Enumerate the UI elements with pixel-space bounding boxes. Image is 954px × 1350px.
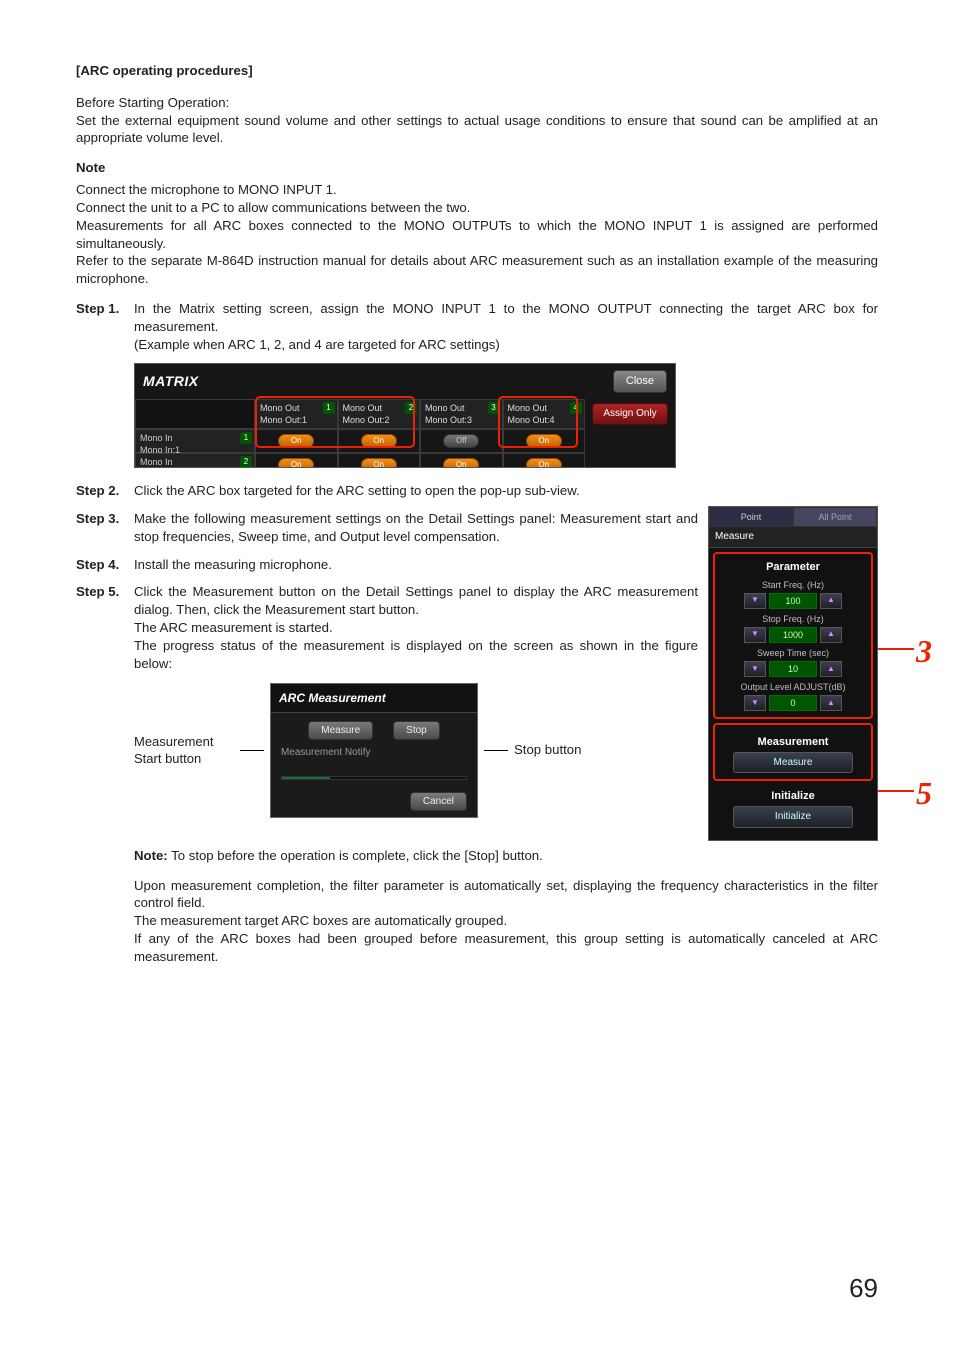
callout-3: 3 — [916, 630, 932, 673]
sweep-value: 10 — [769, 661, 817, 677]
matrix-panel: MATRIX Close Mono OutMono Out:11 Mono Ou… — [134, 363, 676, 468]
outlvl-value: 0 — [769, 695, 817, 711]
stop-button-label: Stop button — [514, 741, 581, 759]
row-num-1: 1 — [240, 432, 252, 444]
step-3-text: Make the following measurement settings … — [134, 510, 698, 546]
step-5-sub1: The ARC measurement is started. — [134, 620, 333, 635]
post-p3: If any of the ARC boxes had been grouped… — [134, 930, 878, 966]
matrix-toggle-r2c2[interactable]: On — [361, 458, 397, 467]
step-1-text: In the Matrix setting screen, assign the… — [134, 301, 878, 334]
before-operation-text: Set the external equipment sound volume … — [76, 112, 878, 148]
measurement-block: Measurement Measure — [713, 723, 873, 781]
stop-freq-value: 1000 — [769, 627, 817, 643]
meas-start-label-l1: Measurement — [134, 733, 213, 751]
highlight-ring — [498, 396, 578, 448]
detail-settings-panel: Point All Point Measure Parameter Start … — [708, 506, 878, 841]
note-line-1: Connect the microphone to MONO INPUT 1. — [76, 181, 878, 199]
step-2-label: Step 2. — [76, 482, 134, 500]
callout-line — [878, 648, 914, 650]
note-line-4: Refer to the separate M-864D instruction… — [76, 252, 878, 288]
matrix-toggle-r2c1[interactable]: On — [278, 458, 314, 467]
progress-bar — [281, 776, 467, 780]
start-freq-label: Start Freq. (Hz) — [723, 579, 863, 591]
step-4-label: Step 4. — [76, 556, 134, 574]
stop-freq-down-button[interactable]: ▼ — [744, 627, 766, 643]
callout-5: 5 — [916, 772, 932, 815]
highlight-ring — [255, 396, 415, 448]
sweep-time-label: Sweep Time (sec) — [723, 647, 863, 659]
step-2-text: Click the ARC box targeted for the ARC s… — [134, 482, 878, 500]
initialize-header: Initialize — [717, 789, 869, 804]
stop-button[interactable]: Stop — [393, 721, 440, 741]
tab-all-point[interactable]: All Point — [793, 507, 877, 527]
sweep-up-button[interactable]: ▲ — [820, 661, 842, 677]
parameter-title: Parameter — [723, 560, 863, 575]
matrix-toggle-r2c3[interactable]: On — [443, 458, 479, 467]
row-2-top: Mono In — [140, 457, 173, 467]
post-note-bold: Note: — [134, 848, 168, 863]
callout-line — [878, 790, 914, 792]
step-3-label: Step 3. — [76, 510, 134, 546]
measure-button[interactable]: Measure — [308, 721, 373, 741]
matrix-title: MATRIX — [143, 372, 199, 391]
step-1-subtext: (Example when ARC 1, 2, and 4 are target… — [134, 337, 500, 352]
tab-point[interactable]: Point — [709, 507, 793, 527]
initialize-button[interactable]: Initialize — [733, 806, 853, 828]
row-1-top: Mono In — [140, 433, 173, 443]
start-freq-up-button[interactable]: ▲ — [820, 593, 842, 609]
matrix-toggle-r2c4[interactable]: On — [526, 458, 562, 467]
note-heading: Note — [76, 159, 878, 177]
measure-panel-button[interactable]: Measure — [733, 752, 853, 774]
note-line-3: Measurements for all ARC boxes connected… — [76, 217, 878, 253]
step-1-label: Step 1. — [76, 300, 134, 353]
outlvl-down-button[interactable]: ▼ — [744, 695, 766, 711]
col-head-3-bot: Mono Out:3 — [425, 414, 498, 426]
post-p1: Upon measurement completion, the filter … — [134, 877, 878, 913]
start-freq-value: 100 — [769, 593, 817, 609]
close-button[interactable]: Close — [613, 370, 667, 393]
start-freq-down-button[interactable]: ▼ — [744, 593, 766, 609]
parameter-block: Parameter Start Freq. (Hz) ▼ 100 ▲ Stop … — [713, 552, 873, 719]
outlvl-up-button[interactable]: ▲ — [820, 695, 842, 711]
sweep-down-button[interactable]: ▼ — [744, 661, 766, 677]
post-p2: The measurement target ARC boxes are aut… — [134, 912, 878, 930]
before-operation-title: Before Starting Operation: — [76, 94, 878, 112]
measure-header: Measure — [709, 527, 877, 548]
measurement-header: Measurement — [725, 735, 861, 750]
cancel-button[interactable]: Cancel — [410, 792, 467, 812]
matrix-toggle-r1c3[interactable]: Off — [443, 434, 479, 448]
stop-freq-label: Stop Freq. (Hz) — [723, 613, 863, 625]
page-number: 69 — [849, 1271, 878, 1306]
step-4-text: Install the measuring microphone. — [134, 556, 698, 574]
output-level-label: Output Level ADJUST(dB) — [723, 681, 863, 693]
arc-measurement-dialog: ARC Measurement Measure Stop Measurement… — [270, 683, 478, 819]
row-num-2: 2 — [240, 456, 252, 467]
arc-procedures-heading: [ARC operating procedures] — [76, 62, 878, 80]
col-head-3-top: Mono Out — [425, 402, 498, 414]
step-5-text: Click the Measurement button on the Deta… — [134, 584, 698, 617]
measurement-notify-label: Measurement Notify — [281, 746, 467, 760]
assign-only-button[interactable]: Assign Only — [592, 403, 667, 425]
stop-freq-up-button[interactable]: ▲ — [820, 627, 842, 643]
step-5-label: Step 5. — [76, 583, 134, 672]
post-note-rest: To stop before the operation is complete… — [168, 848, 543, 863]
step-5-sub2: The progress status of the measurement i… — [134, 638, 698, 671]
meas-start-label-l2: Start button — [134, 750, 213, 768]
arc-dialog-title: ARC Measurement — [271, 684, 477, 713]
note-line-2: Connect the unit to a PC to allow commun… — [76, 199, 878, 217]
